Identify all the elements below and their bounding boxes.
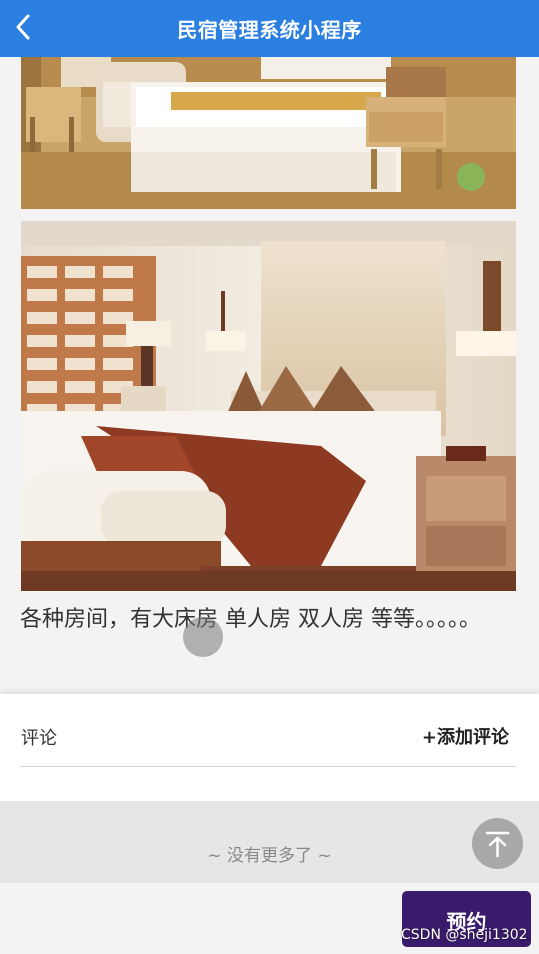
room-photo-1[interactable] xyxy=(21,57,516,209)
navbar: 民宿管理系统小程序 xyxy=(0,0,539,57)
room-description: 各种房间，有大床房 单人房 双人房 等等。。。。。 xyxy=(20,607,481,632)
divider xyxy=(20,766,516,767)
add-comment-button[interactable]: +添加评论 xyxy=(422,723,509,749)
no-more-text: ~ 没有更多了 ~ xyxy=(207,846,332,866)
page-title: 民宿管理系统小程序 xyxy=(177,18,362,42)
comments-section: 评论 +添加评论 xyxy=(0,694,539,801)
touch-indicator xyxy=(183,617,223,657)
watermark: CSDN @sheji1302 xyxy=(401,927,528,943)
list-footer: ~ 没有更多了 ~ xyxy=(0,801,539,883)
comments-label: 评论 xyxy=(21,728,57,749)
arrow-up-to-top-icon xyxy=(485,831,510,858)
back-to-top-button[interactable] xyxy=(472,818,523,869)
room-photo-2[interactable] xyxy=(21,221,516,591)
room-detail-page: 民宿管理系统小程序 各种房间，有大床房 单人房 双人房 等等。。。。。 评论 +… xyxy=(0,0,539,954)
